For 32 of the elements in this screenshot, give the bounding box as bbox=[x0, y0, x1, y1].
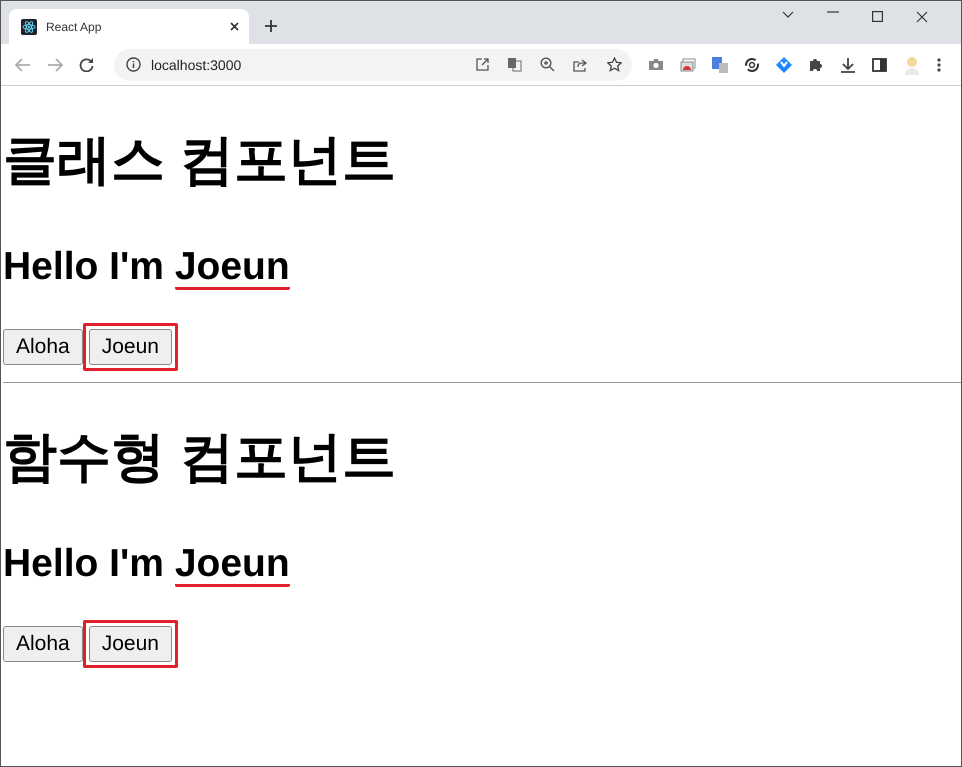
info-icon bbox=[126, 57, 141, 72]
maximize-icon[interactable] bbox=[872, 11, 883, 22]
sync-icon[interactable] bbox=[744, 56, 760, 72]
greeting-heading: Hello I'm Joeun bbox=[3, 541, 290, 588]
menu-icon[interactable] bbox=[937, 58, 941, 72]
side-panel-icon[interactable] bbox=[872, 58, 887, 72]
browser-tab[interactable]: React App bbox=[9, 9, 249, 44]
url-text: localhost:3000 bbox=[151, 56, 242, 72]
arrow-down-icon[interactable] bbox=[776, 56, 792, 72]
download-icon[interactable] bbox=[840, 56, 856, 72]
puzzle-icon[interactable] bbox=[808, 56, 824, 72]
name-button[interactable]: Joeun bbox=[88, 626, 172, 662]
close-tab-icon[interactable] bbox=[230, 22, 239, 31]
reload-icon[interactable] bbox=[79, 57, 94, 72]
greeting-heading: Hello I'm Joeun bbox=[3, 244, 290, 291]
name-button[interactable]: Aloha bbox=[3, 626, 83, 662]
react-logo-icon bbox=[21, 18, 37, 34]
close-icon[interactable] bbox=[916, 11, 928, 23]
share-icon[interactable] bbox=[573, 58, 589, 72]
name-button[interactable]: Aloha bbox=[3, 329, 83, 365]
dropdown-icon[interactable] bbox=[782, 11, 794, 19]
zoom-icon[interactable] bbox=[540, 57, 555, 72]
star-icon[interactable] bbox=[607, 57, 622, 72]
name-button[interactable]: Joeun bbox=[88, 329, 172, 365]
address-bar[interactable]: localhost:3000 bbox=[114, 48, 632, 80]
camera-icon[interactable] bbox=[648, 58, 664, 71]
section-heading: 클래스 컴포넌트 bbox=[3, 129, 396, 192]
tab-title: React App bbox=[46, 20, 102, 34]
new-tab-icon[interactable] bbox=[264, 19, 278, 33]
section-heading: 함수형 컴포넌트 bbox=[3, 426, 396, 489]
minimize-icon[interactable] bbox=[827, 11, 839, 13]
open-external-icon[interactable] bbox=[476, 58, 489, 71]
